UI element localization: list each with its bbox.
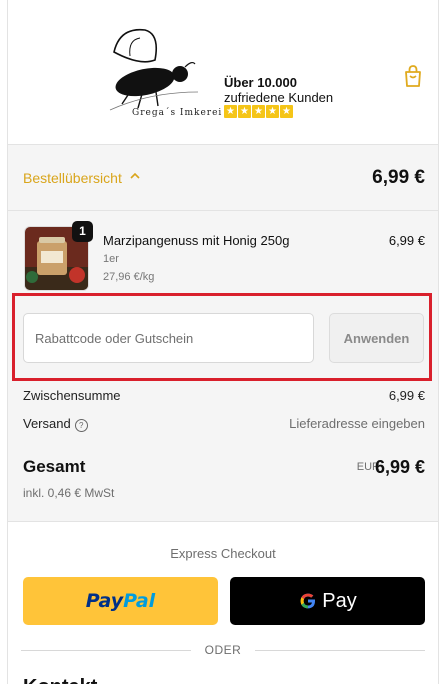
star-icon: ★ [252, 105, 265, 118]
subtotal-label: Zwischensumme [23, 388, 121, 403]
brand-name: Grega´s Imkerei [132, 108, 223, 118]
paypal-button[interactable]: PayPal [23, 577, 218, 625]
apply-discount-button[interactable]: Anwenden [329, 313, 424, 363]
customer-label: zufriedene Kunden [224, 90, 334, 105]
google-pay-button[interactable]: Pay [230, 577, 425, 625]
shopping-bag-icon[interactable] [402, 64, 424, 88]
google-pay-label: Pay [322, 589, 357, 612]
shipping-label: Versand [23, 416, 71, 431]
star-icon: ★ [238, 105, 251, 118]
discount-code-input[interactable] [23, 313, 314, 363]
bee-logo[interactable] [100, 22, 200, 112]
star-icon: ★ [224, 105, 237, 118]
product-variant: 1er [103, 253, 119, 265]
contact-heading: Kontakt [23, 676, 97, 684]
star-icon: ★ [266, 105, 279, 118]
express-checkout-title: Express Checkout [170, 546, 276, 561]
order-summary-panel: 1 Marzipangenuss mit Honig 250g 1er 27,9… [8, 211, 438, 522]
header: Grega´s Imkerei Über 10.000 zufriedene K… [8, 0, 438, 145]
info-icon[interactable]: ? [74, 419, 88, 432]
checkout-page: Grega´s Imkerei Über 10.000 zufriedene K… [7, 0, 439, 684]
order-summary-toggle[interactable]: Bestellübersicht 6,99 € [8, 145, 438, 211]
paypal-pay-text: Pay [85, 590, 124, 612]
quantity-badge: 1 [72, 221, 93, 242]
customer-count: Über 10.000 [224, 75, 297, 90]
grand-total-value: 6,99 € [374, 457, 425, 477]
google-g-icon [300, 593, 316, 609]
grand-total-label: Gesamt [23, 457, 86, 476]
divider-line-right [255, 650, 425, 651]
product-name: Marzipangenuss mit Honig 250g [103, 233, 290, 248]
product-price: 6,99 € [388, 233, 425, 248]
tax-note: inkl. 0,46 € MwSt [23, 486, 115, 500]
shipping-row: Versand? [23, 416, 88, 432]
subtotal-value: 6,99 € [388, 388, 425, 403]
shipping-value: Lieferadresse eingeben [289, 416, 425, 431]
chevron-up-icon [130, 172, 140, 179]
product-unit-price: 27,96 €/kg [103, 271, 155, 283]
rating-stars: ★ ★ ★ ★ ★ [224, 105, 293, 118]
paypal-pal-text: Pal [123, 590, 156, 612]
star-icon: ★ [280, 105, 293, 118]
order-summary-label: Bestellübersicht [23, 170, 122, 186]
order-total: 6,99 € [372, 167, 425, 188]
